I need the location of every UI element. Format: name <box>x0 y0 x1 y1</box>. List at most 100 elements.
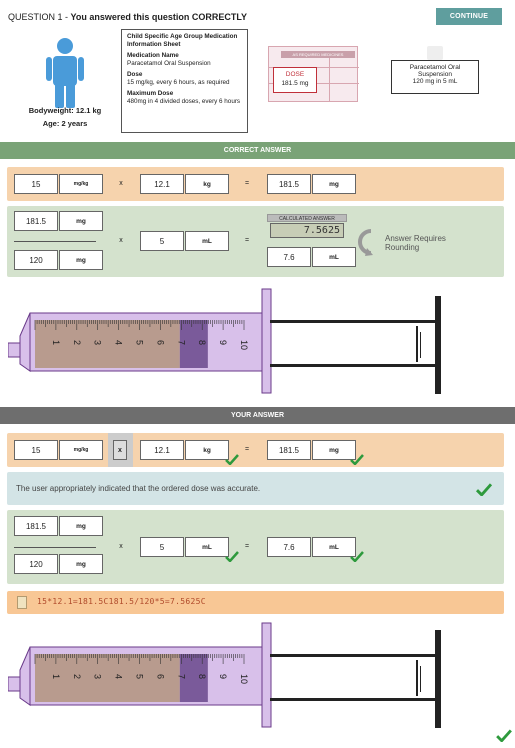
multiply-sign: x <box>119 180 123 187</box>
scale-label: 5 <box>135 674 145 679</box>
bodyweight-text: Bodyweight: 12.1 kg <box>28 106 102 115</box>
chart-dose-value: 181.5 mg <box>281 80 309 87</box>
scale-label: 2 <box>72 340 82 345</box>
check-icon <box>350 454 364 465</box>
dose-highlight: DOSE 181.5 mg <box>273 67 317 93</box>
patient-figure: Bodyweight: 12.1 kg Age: 2 years <box>20 36 110 136</box>
scale-label: 8 <box>197 340 207 345</box>
medication-chart-card: AS REQUIRED MEDICINES DOSE 181.5 mg <box>268 46 359 102</box>
your-volume-unit[interactable]: mL <box>185 537 229 557</box>
final-check-icon <box>496 729 512 742</box>
plunger-thumb <box>435 630 441 728</box>
operator-button[interactable]: x <box>113 440 127 460</box>
scale-label: 9 <box>218 674 228 679</box>
med-name-label: Medication Name <box>127 52 179 59</box>
scale-label: 10 <box>239 674 249 684</box>
scale-label: 4 <box>114 340 124 345</box>
your-weight[interactable]: 12.1 <box>140 440 184 460</box>
max-dose-label: Maximum Dose <box>127 90 174 97</box>
scale-label: 9 <box>218 340 228 345</box>
scale-label: 8 <box>197 674 207 679</box>
your-denominator-unit[interactable]: mg <box>59 554 103 574</box>
correct-result-unit: mL <box>312 247 356 267</box>
correct-denominator: 120 <box>14 250 58 270</box>
your-dose-per-kg[interactable]: 15 <box>14 440 58 460</box>
correct-weight: 12.1 <box>140 174 184 194</box>
plunger-rod-bottom <box>270 698 435 701</box>
your-result[interactable]: 7.6 <box>267 537 311 557</box>
check-icon <box>475 483 493 496</box>
scale-label: 7 <box>176 674 186 679</box>
age-text: Age: 2 years <box>42 119 88 128</box>
your-volume[interactable]: 5 <box>140 537 184 557</box>
equals-sign: = <box>244 180 250 187</box>
sheet-title: Child Specific Age Group Medication Info… <box>127 33 238 48</box>
dose-label: Dose <box>127 71 143 78</box>
scale-label: 10 <box>239 340 249 350</box>
scale-label: 1 <box>51 674 61 679</box>
your-numerator[interactable]: 181.5 <box>14 516 58 536</box>
correct-total-unit: mg <box>312 174 356 194</box>
calculator-icon <box>17 596 27 609</box>
correct-numerator-unit: mg <box>59 211 103 231</box>
correct-syringe: 1 2 3 4 5 6 7 8 9 10 <box>8 288 441 394</box>
your-weight-unit[interactable]: kg <box>185 440 229 460</box>
scale-label: 4 <box>114 674 124 679</box>
syringe-tip <box>8 676 22 692</box>
check-icon <box>225 551 239 562</box>
scale-label: 5 <box>135 340 145 345</box>
scale-label: 6 <box>155 340 165 345</box>
rounding-note: Answer Requires Rounding <box>385 234 446 252</box>
rounding-arrow-icon <box>358 229 373 256</box>
your-numerator-unit[interactable]: mg <box>59 516 103 536</box>
feedback-message: The user appropriately indicated that th… <box>16 484 261 493</box>
check-icon <box>350 551 364 562</box>
correct-numerator: 181.5 <box>14 211 58 231</box>
correct-weight-unit: kg <box>185 174 229 194</box>
calculator-title: CALCULATED ANSWER <box>267 214 347 222</box>
calculation-history: 15*12.1=181.5C181.5/120*5=7.5625C <box>37 597 206 606</box>
bottle-line-1: Paracetamol Oral <box>409 64 461 71</box>
question-title: QUESTION 1 - You answered this question … <box>8 12 247 22</box>
syringe-nozzle <box>19 312 31 372</box>
bottle-cap <box>427 46 443 60</box>
correct-dose-unit: mg/kg <box>59 174 103 194</box>
syringe-tip <box>8 342 22 358</box>
medication-info-sheet: Child Specific Age Group Medication Info… <box>121 29 248 133</box>
med-name: Paracetamol Oral Suspension <box>127 59 211 67</box>
syringe-flange <box>261 288 272 394</box>
equals-sign: = <box>244 237 250 244</box>
plunger-thumb <box>435 296 441 394</box>
your-row1-panel: 15 mg/kg x 12.1 kg = 181.5 mg <box>7 433 504 467</box>
correct-row1-panel: 15 mg/kg x 12.1 kg = 181.5 mg <box>7 167 504 201</box>
correct-dose-per-kg: 15 <box>14 174 58 194</box>
bottle-line-2: Suspension <box>418 71 452 78</box>
multiply-sign: x <box>119 543 123 550</box>
scale-label: 1 <box>51 340 61 345</box>
question-result: You answered this question CORRECTLY <box>70 12 248 22</box>
dose-text: 15 mg/kg, every 6 hours, as required <box>127 78 230 86</box>
equals-sign: = <box>244 543 250 550</box>
scale-label: 3 <box>93 340 103 345</box>
correct-answer-header: CORRECT ANSWER <box>0 142 515 159</box>
scale-label: 3 <box>93 674 103 679</box>
plunger-rod-bottom <box>270 364 435 367</box>
scale-label: 2 <box>72 674 82 679</box>
fraction-line <box>14 241 96 242</box>
plunger-rod-top <box>270 320 435 323</box>
equals-sign: = <box>244 446 250 453</box>
bottle-line-3: 120 mg in 5 mL <box>412 78 458 85</box>
chart-dose-label: DOSE <box>285 71 305 78</box>
correct-volume: 5 <box>140 231 184 251</box>
your-dose-unit[interactable]: mg/kg <box>59 440 103 460</box>
correct-result: 7.6 <box>267 247 311 267</box>
continue-button[interactable]: CONTINUE <box>436 8 502 25</box>
max-dose-text: 480mg in 4 divided doses, every 6 hours <box>127 97 241 105</box>
question-prefix: QUESTION 1 - <box>8 12 71 22</box>
scale-label: 6 <box>155 674 165 679</box>
fraction-line <box>14 547 96 548</box>
medicine-bottle: Paracetamol Oral Suspension 120 mg in 5 … <box>390 46 480 98</box>
your-total-dose[interactable]: 181.5 <box>267 440 311 460</box>
your-denominator[interactable]: 120 <box>14 554 58 574</box>
bottle-label: Paracetamol Oral Suspension 120 mg in 5 … <box>391 60 479 94</box>
